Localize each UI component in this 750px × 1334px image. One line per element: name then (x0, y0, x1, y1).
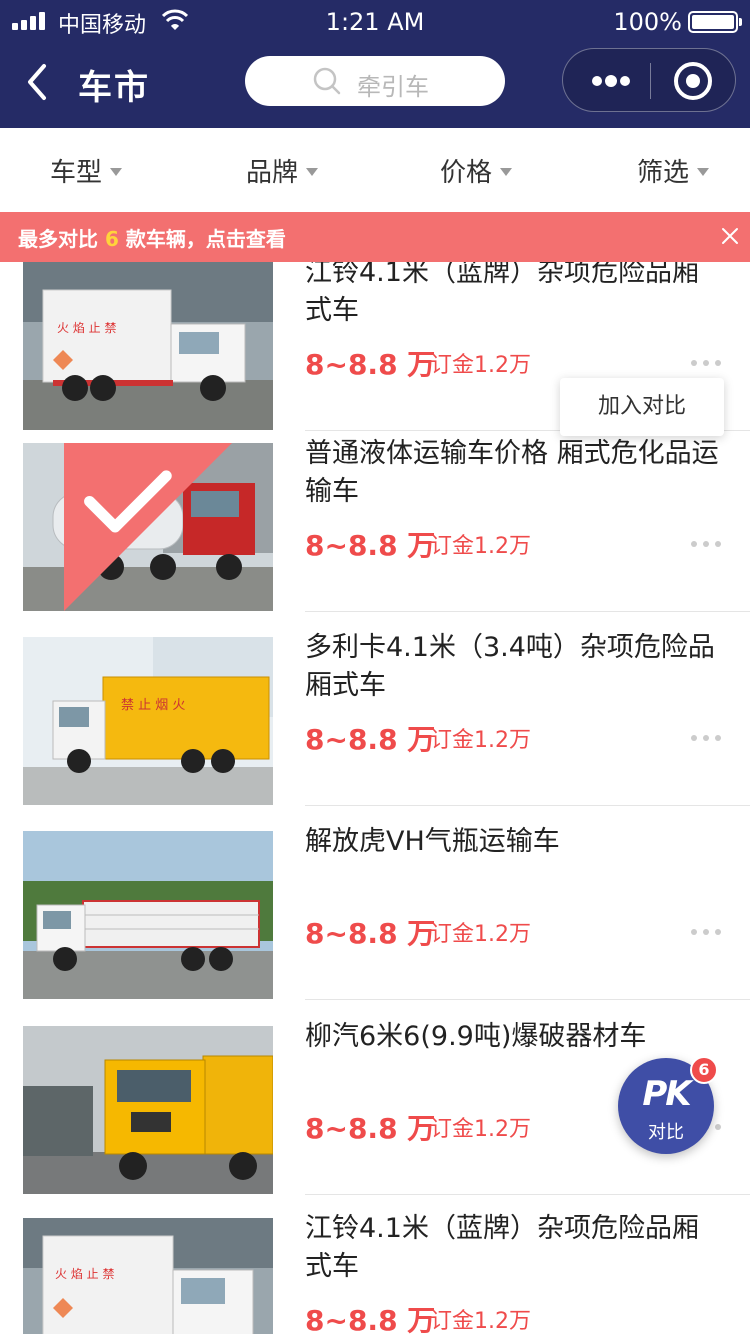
vehicle-price: 8~8.8 万 (305, 1304, 436, 1334)
vehicle-deposit: 订金1.2万 (430, 922, 531, 947)
truck-photo: 火 焰 止 禁 (23, 1218, 273, 1334)
truck-photo: 禁 止 烟 火 (23, 637, 273, 805)
vehicle-title: 江铃4.1米（蓝牌）杂项危险品厢式车 (305, 262, 699, 326)
list-item[interactable]: 普通液体运输车价格 厢式危化品运输车 8~8.8 万 订金1.2万 (0, 417, 750, 612)
vehicle-price: 8~8.8 万 (305, 1112, 436, 1145)
status-bar: 中国移动 1:21 AM 100% (0, 0, 750, 46)
list-item[interactable]: 火 焰 止 禁 江铃4.1米（蓝牌）杂项危险品厢式车 8~8.8 万 订金1.2… (0, 1192, 750, 1334)
caret-down-icon (500, 167, 513, 176)
mini-program-capsule (562, 48, 736, 112)
truck-photo: 火 焰 止 禁 (23, 262, 273, 430)
vehicle-deposit: 订金1.2万 (430, 728, 531, 753)
svg-text:火 焰 止 禁: 火 焰 止 禁 (57, 320, 116, 335)
close-icon[interactable] (720, 226, 740, 246)
caret-down-icon (110, 167, 123, 176)
truck-photo (23, 443, 273, 611)
notice-suffix: 款车辆，点击查看 (125, 227, 286, 251)
compare-notice-banner[interactable]: 最多对比 6 款车辆，点击查看 (0, 212, 750, 262)
filter-label: 筛选 (637, 158, 690, 188)
list-item[interactable]: 禁 止 烟 火 多利卡4.1米（3.4吨）杂项危险品厢式车 8~8.8 万 订金… (0, 611, 750, 806)
vehicle-title: 普通液体运输车价格 厢式危化品运输车 (305, 438, 719, 507)
truck-photo (23, 831, 273, 999)
search-placeholder: 牵引车 (357, 73, 429, 101)
more-icon[interactable] (591, 75, 631, 87)
back-arrow-icon[interactable] (22, 62, 58, 102)
capsule-divider (650, 63, 651, 99)
pk-label: 对比 (648, 1122, 684, 1143)
search-icon (313, 67, 341, 95)
notice-count: 6 (104, 227, 119, 251)
vehicle-price: 8~8.8 万 (305, 723, 436, 756)
filter-more[interactable]: 筛选 (637, 152, 710, 189)
more-options-icon[interactable] (690, 734, 722, 742)
close-miniprogram-icon[interactable] (673, 61, 713, 101)
vehicle-deposit: 订金1.2万 (430, 353, 531, 378)
caret-down-icon (697, 167, 710, 176)
vehicle-price: 8~8.8 万 (305, 529, 436, 562)
caret-down-icon (306, 167, 319, 176)
header: 中国移动 1:21 AM 100% 车市 牵引车 (0, 0, 750, 128)
compare-count-badge: 6 (690, 1056, 718, 1084)
filter-label: 车型 (50, 158, 103, 188)
vehicle-title: 解放虎VH气瓶运输车 (305, 826, 560, 857)
add-to-compare-button[interactable]: 加入对比 (560, 378, 724, 436)
filter-vehicle-type[interactable]: 车型 (50, 152, 123, 189)
more-options-icon[interactable] (690, 540, 722, 548)
battery-icon (688, 11, 742, 33)
search-input[interactable]: 牵引车 (245, 56, 505, 106)
notice-text: 最多对比 6 款车辆，点击查看 (18, 223, 286, 252)
vehicle-deposit: 订金1.2万 (430, 1117, 531, 1142)
vehicle-deposit: 订金1.2万 (430, 1309, 531, 1334)
svg-text:禁 止 烟 火: 禁 止 烟 火 (121, 698, 185, 713)
filter-label: 价格 (440, 158, 493, 188)
filter-bar: 车型 品牌 价格 筛选 (0, 128, 750, 212)
list-item[interactable]: 解放虎VH气瓶运输车 8~8.8 万 订金1.2万 (0, 805, 750, 1000)
page-title: 车市 (78, 68, 150, 108)
vehicle-title: 多利卡4.1米（3.4吨）杂项危险品厢式车 (305, 632, 715, 701)
vehicle-deposit: 订金1.2万 (430, 534, 531, 559)
filter-label: 品牌 (246, 158, 299, 188)
svg-text:火 焰 止 禁: 火 焰 止 禁 (55, 1266, 114, 1281)
vehicle-title: 柳汽6米6(9.9吨)爆破器材车 (305, 1021, 647, 1052)
vehicle-title: 江铃4.1米（蓝牌）杂项危险品厢式车 (305, 1213, 699, 1282)
filter-price[interactable]: 价格 (440, 152, 513, 189)
battery-percent: 100% (613, 8, 682, 36)
filter-brand[interactable]: 品牌 (246, 152, 319, 189)
more-options-icon[interactable] (690, 928, 722, 936)
vehicle-price: 8~8.8 万 (305, 917, 436, 950)
vehicle-price: 8~8.8 万 (305, 348, 436, 381)
more-options-icon[interactable] (690, 359, 722, 367)
truck-photo (23, 1026, 273, 1194)
pk-compare-button[interactable]: PK 对比 6 (618, 1056, 718, 1154)
notice-prefix: 最多对比 (18, 227, 98, 251)
selected-check-icon (64, 443, 232, 611)
